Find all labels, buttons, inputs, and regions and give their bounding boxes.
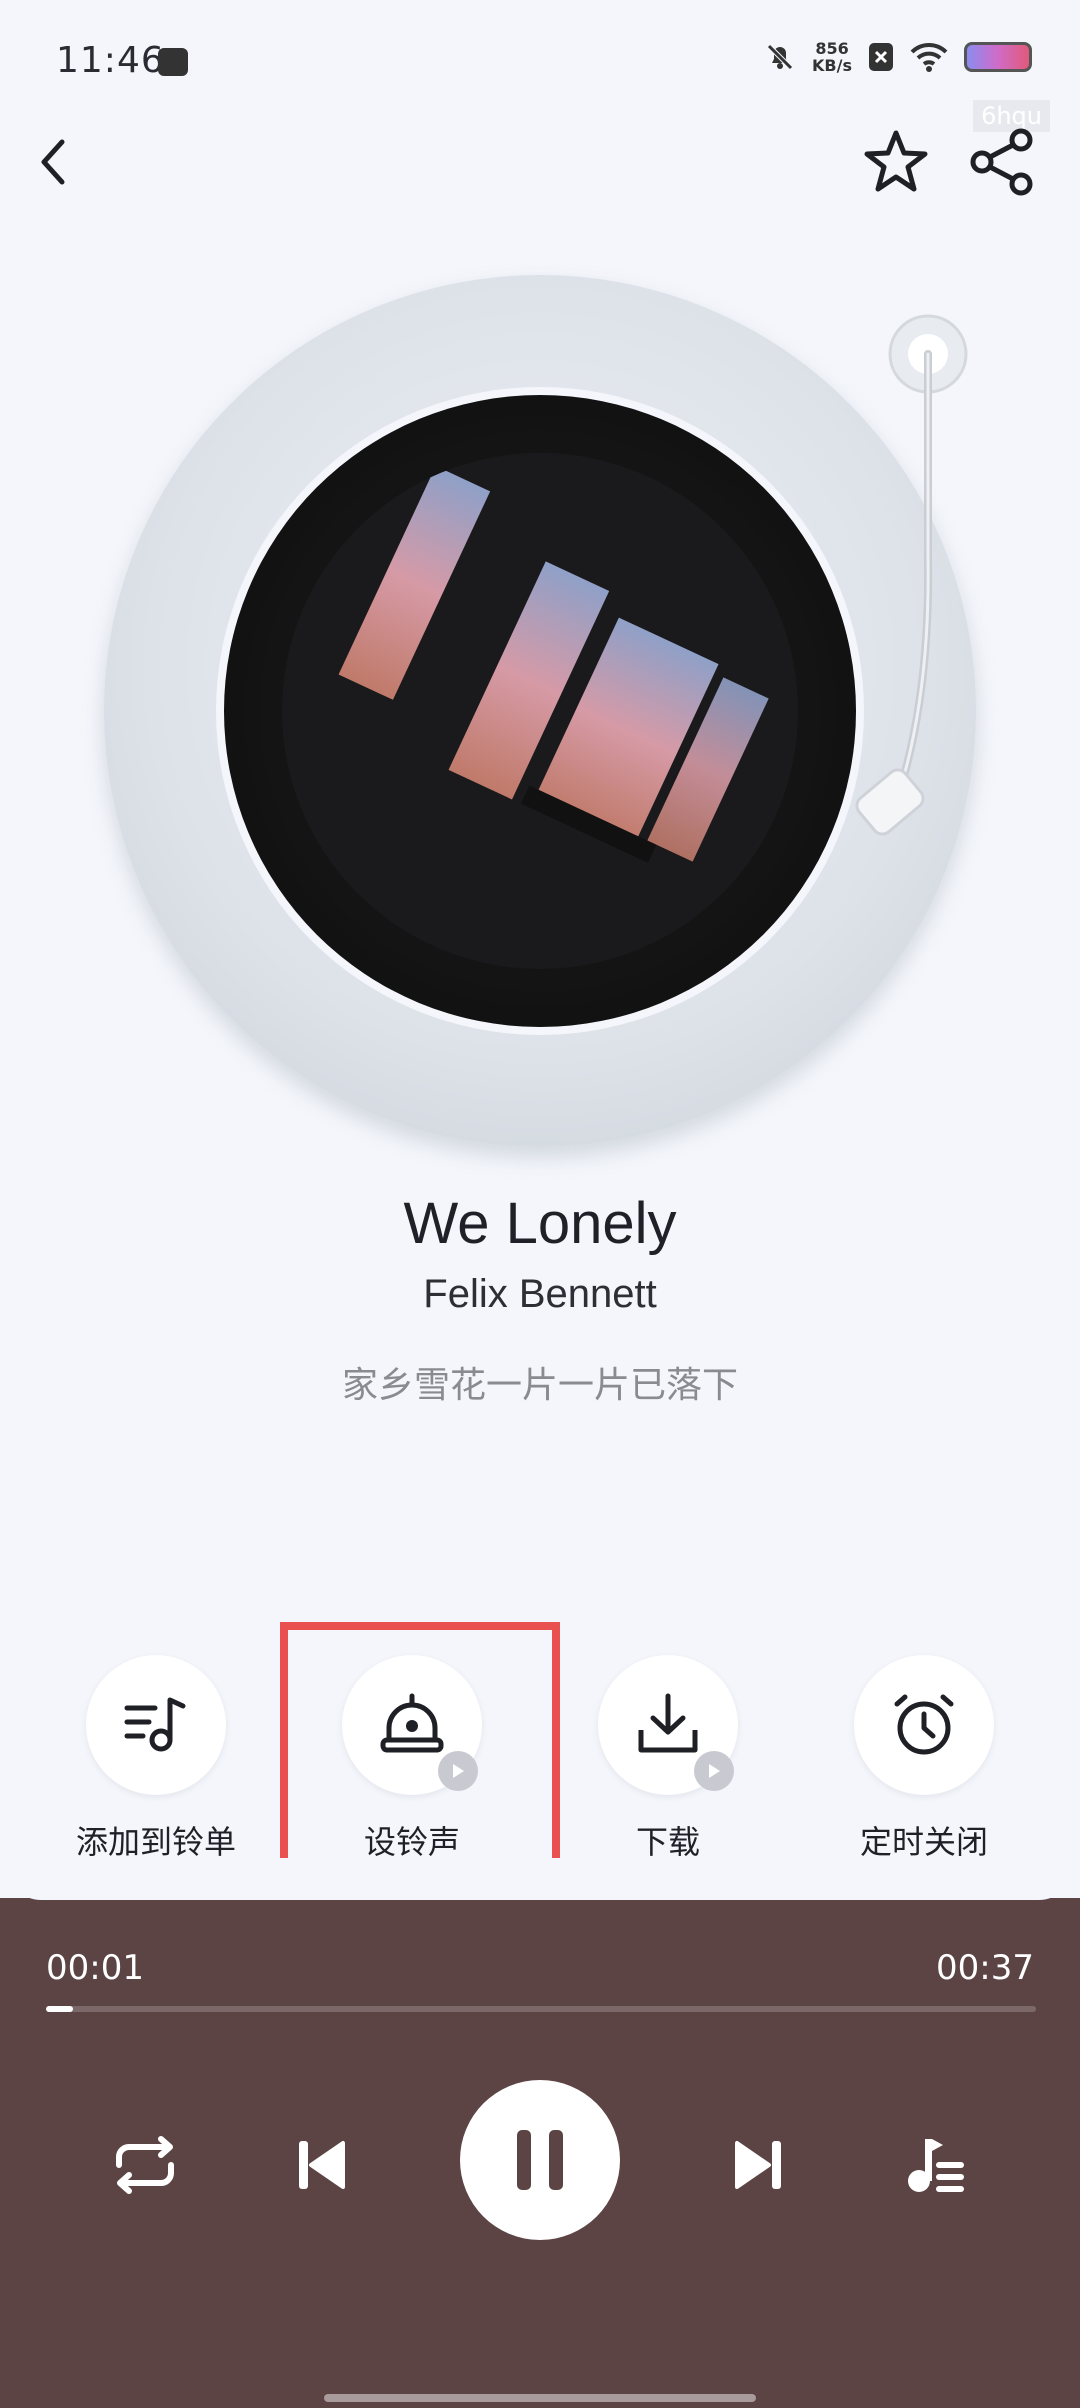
playlist-button[interactable] [890, 2120, 980, 2210]
album-art-image [282, 453, 798, 969]
wifi-icon [910, 42, 948, 72]
add-to-playlist-label: 添加到铃单 [75, 1823, 236, 1861]
download-button[interactable]: 下载 [568, 1655, 768, 1865]
download-circle [598, 1655, 738, 1795]
home-indicator[interactable] [324, 2394, 756, 2402]
skip-next-icon [735, 2141, 781, 2189]
add-to-playlist-button[interactable]: 添加到铃单 [56, 1655, 256, 1865]
share-button[interactable] [962, 122, 1042, 202]
no-sim-icon [869, 43, 893, 71]
highlight-box [280, 1622, 560, 1892]
next-button[interactable] [714, 2120, 804, 2210]
progress-fill [46, 2006, 73, 2012]
share-icon [970, 128, 1033, 196]
status-bar: 11:46 856 KB/s 6hqu [0, 0, 1080, 132]
turntable [104, 275, 976, 1147]
status-time: 11:46 [56, 40, 165, 81]
content-card-bottom [0, 1858, 1080, 1900]
sleep-timer-label: 定时关闭 [859, 1823, 988, 1861]
sleep-timer-circle [854, 1655, 994, 1795]
current-lyric: 家乡雪花一片一片已落下 [341, 1365, 738, 1406]
album-cover [282, 453, 798, 969]
pause-button[interactable] [460, 2080, 620, 2240]
battery-icon [964, 42, 1032, 72]
download-label: 下载 [635, 1823, 700, 1861]
status-right-icons: 856 KB/s [764, 40, 1032, 74]
net-speed-unit: KB/s [812, 56, 852, 75]
star-icon [864, 130, 928, 192]
back-button[interactable] [14, 122, 94, 202]
add-to-playlist-icon [124, 1697, 186, 1752]
sleep-timer-button[interactable]: 定时关闭 [824, 1655, 1024, 1865]
shopping-bag-icon [158, 48, 188, 76]
chevron-left-icon [41, 139, 65, 185]
mute-bell-icon [767, 44, 793, 70]
total-time: 00:37 [936, 1948, 1034, 1988]
net-speed-value: 856 [815, 39, 849, 58]
play-badge-icon [694, 1751, 734, 1791]
pause-icon [517, 2130, 563, 2190]
favorite-button[interactable] [856, 122, 936, 202]
song-title: We Lonely [403, 1191, 677, 1256]
alarm-clock-icon [894, 1694, 954, 1755]
current-time: 00:01 [46, 1948, 144, 1988]
music-queue-icon [908, 2139, 964, 2192]
skip-previous-icon [299, 2141, 345, 2189]
repeat-icon [116, 2136, 174, 2194]
progress-bar[interactable] [46, 2006, 1036, 2012]
net-speed: 856 KB/s [812, 40, 852, 74]
download-icon [638, 1693, 698, 1753]
previous-button[interactable] [276, 2120, 366, 2210]
repeat-button[interactable] [100, 2120, 190, 2210]
song-artist: Felix Bennett [423, 1272, 657, 1316]
add-to-playlist-circle [86, 1655, 226, 1795]
